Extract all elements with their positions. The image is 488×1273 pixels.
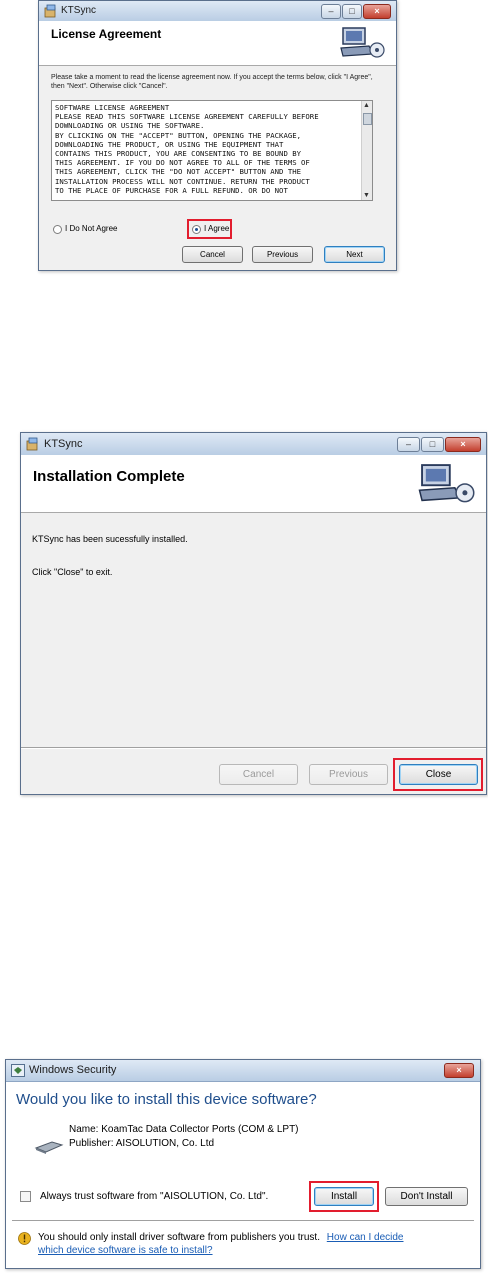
close-window-button[interactable]: × <box>363 4 391 19</box>
radio-agree[interactable] <box>192 225 201 234</box>
exit-instruction: Click "Close" to exit. <box>32 567 113 577</box>
license-line: SOFTWARE LICENSE AGREEMENT <box>55 103 170 112</box>
computer-cd-icon <box>340 27 385 58</box>
warning-text: You should only install driver software … <box>38 1231 404 1244</box>
maximize-button[interactable]: □ <box>421 437 444 452</box>
minimize-button[interactable]: – <box>321 4 341 19</box>
dialog-question: Would you like to install this device so… <box>16 1091 317 1108</box>
trust-checkbox-label: Always trust software from "AISOLUTION, … <box>40 1191 269 1202</box>
license-line: DOWNLOADING OR USING THE SOFTWARE. <box>55 121 205 131</box>
title-bar[interactable]: KTSync – □ × <box>39 1 396 22</box>
warning-icon <box>18 1232 31 1245</box>
window-title: KTSync <box>61 5 97 16</box>
page-title: Installation Complete <box>33 468 185 485</box>
scroll-thumb[interactable] <box>363 113 372 125</box>
instructions-text: Please take a moment to read the license… <box>51 74 373 90</box>
next-button[interactable]: Next <box>324 246 385 263</box>
installer-icon <box>44 4 56 18</box>
dont-install-button[interactable]: Don't Install <box>385 1187 468 1206</box>
help-link-continued[interactable]: which device software is safe to install… <box>38 1244 213 1257</box>
wizard-header: Installation Complete <box>21 455 486 513</box>
maximize-button[interactable]: □ <box>342 4 362 19</box>
cancel-button[interactable]: Cancel <box>182 246 243 263</box>
trust-checkbox[interactable] <box>20 1191 31 1202</box>
divider <box>21 747 486 749</box>
computer-cd-icon <box>418 464 475 503</box>
scroll-up-icon[interactable]: ▲ <box>363 102 370 109</box>
license-scrollbar[interactable]: ▲ ▼ <box>361 101 372 200</box>
close-window-button[interactable]: × <box>445 437 481 452</box>
window-title: KTSync <box>44 438 83 450</box>
title-bar[interactable]: Windows Security × <box>6 1060 480 1082</box>
title-bar[interactable]: KTSync – □ × <box>21 433 486 456</box>
previous-button: Previous <box>309 764 388 785</box>
warning-message: You should only install driver software … <box>38 1232 320 1243</box>
installation-complete-window: KTSync – □ × Installation Complete KTSyn… <box>20 432 487 795</box>
close-window-button[interactable]: × <box>444 1063 474 1078</box>
installer-icon <box>26 437 38 451</box>
license-line: THIS AGREEMENT, CLICK THE "DO NOT ACCEPT… <box>55 167 302 177</box>
help-link[interactable]: How can I decide <box>327 1232 404 1243</box>
license-line: TO THE PLACE OF PURCHASE FOR A FULL REFU… <box>55 185 288 195</box>
radio-disagree[interactable] <box>53 225 62 234</box>
cancel-button: Cancel <box>219 764 298 785</box>
install-button[interactable]: Install <box>314 1187 374 1206</box>
license-agreement-window: KTSync – □ × License Agreement Please ta… <box>38 0 397 271</box>
windows-security-dialog: Windows Security × Would you like to ins… <box>5 1059 481 1269</box>
license-line: DOWNLOADING THE PRODUCT, OR USING THE EQ… <box>55 139 284 149</box>
license-line: INSTALLATION PROCESS WILL NOT CONTINUE. … <box>55 176 310 186</box>
license-line: BY CLICKING ON THE "ACCEPT" BUTTON, OPEN… <box>55 130 302 140</box>
shield-icon <box>11 1064 25 1077</box>
wizard-header: License Agreement <box>39 21 396 66</box>
device-icon <box>34 1141 64 1154</box>
scroll-down-icon[interactable]: ▼ <box>363 192 370 199</box>
license-line: PLEASE READ THIS SOFTWARE LICENSE AGREEM… <box>55 112 319 122</box>
device-name: Name: KoamTac Data Collector Ports (COM … <box>69 1124 299 1135</box>
close-button[interactable]: Close <box>399 764 478 785</box>
license-text-box[interactable]: SOFTWARE LICENSE AGREEMENT PLEASE READ T… <box>51 100 373 201</box>
page-title: License Agreement <box>51 27 162 41</box>
license-line: THIS AGREEMENT. IF YOU DO NOT AGREE TO A… <box>55 158 310 168</box>
divider <box>12 1220 474 1222</box>
radio-agree-label: I Agree <box>204 224 230 233</box>
minimize-button[interactable]: – <box>397 437 420 452</box>
previous-button[interactable]: Previous <box>252 246 313 263</box>
status-message: KTSync has been sucessfully installed. <box>32 534 188 544</box>
publisher-name: Publisher: AISOLUTION, Co. Ltd <box>69 1138 215 1149</box>
license-line: CONTAINS THIS PRODUCT, YOU ARE CONSENTIN… <box>55 149 302 159</box>
radio-disagree-label: I Do Not Agree <box>65 224 118 233</box>
window-title: Windows Security <box>29 1064 117 1076</box>
